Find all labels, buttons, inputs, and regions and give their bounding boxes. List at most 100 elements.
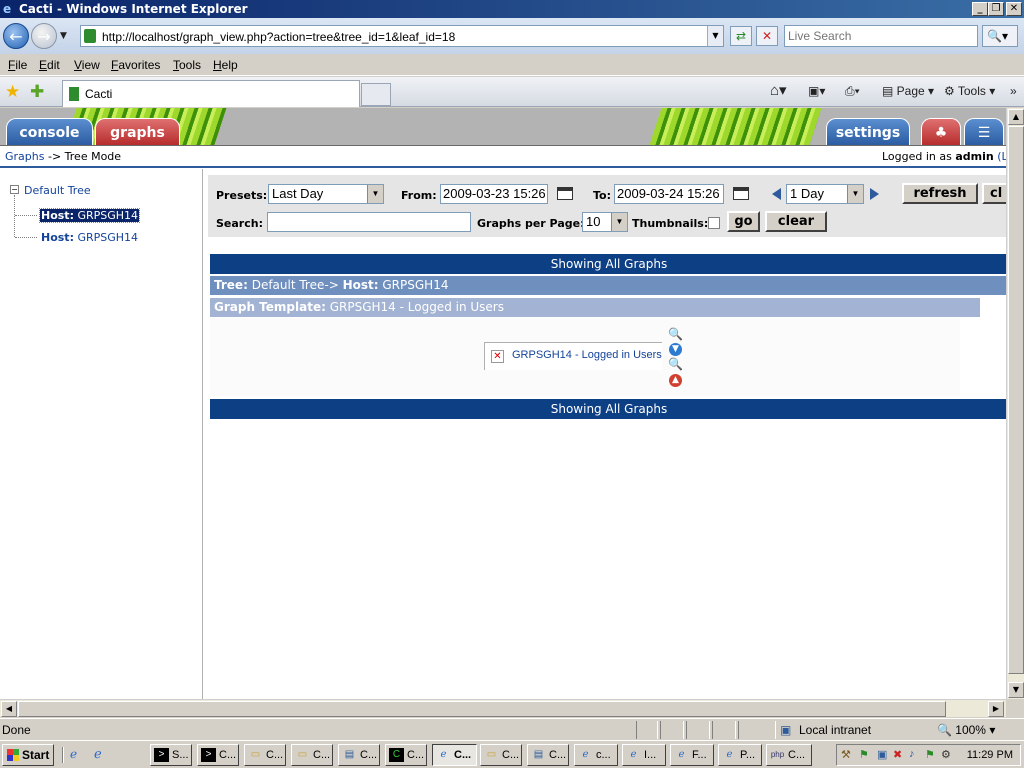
breadcrumb-graphs-link[interactable]: Graphs [5, 150, 44, 163]
tree-node-prefix: Host: [41, 231, 74, 244]
list-view-icon[interactable]: ☰ [964, 118, 1004, 145]
favorites-star-icon[interactable]: ★ [5, 82, 20, 102]
timespan-select[interactable]: 1 Day ▼ [786, 184, 864, 204]
address-dropdown[interactable]: ▼ [707, 26, 723, 46]
taskbar-button[interactable]: ▭ C... [480, 744, 522, 766]
clear-time-button[interactable]: cl [982, 183, 1008, 204]
thumbnails-checkbox[interactable] [708, 217, 720, 229]
minimize-button[interactable]: _ [972, 2, 988, 16]
horizontal-scrollbar[interactable]: ◀ ▶ [0, 699, 1006, 717]
taskbar-button[interactable]: ▭ C... [291, 744, 333, 766]
tab-settings[interactable]: settings [826, 118, 910, 145]
window-title-bar[interactable]: e Cacti - Windows Internet Explorer _ ❐ … [0, 0, 1024, 18]
tree-collapse-icon[interactable]: − [10, 185, 19, 194]
menu-help[interactable]: Help [213, 58, 238, 72]
back-button[interactable]: ← [3, 23, 29, 49]
tab-graphs[interactable]: graphs [95, 118, 180, 145]
forward-button[interactable]: → [31, 23, 57, 49]
live-search-box[interactable] [784, 25, 978, 47]
taskbar-button[interactable]: ▤ C... [338, 744, 380, 766]
tab-cacti[interactable]: Cacti [62, 80, 360, 107]
from-calendar-icon[interactable] [557, 187, 573, 200]
taskbar-button[interactable]: ▭ C... [244, 744, 286, 766]
quicklaunch-browser-icon[interactable]: ℯ [94, 746, 102, 762]
tab-console[interactable]: console [6, 118, 93, 145]
tray-network-icon[interactable]: ⚑ [859, 748, 869, 761]
taskbar-button[interactable]: php C... [766, 744, 812, 766]
menu-favorites[interactable]: Favorites [111, 58, 160, 72]
vertical-scrollbar[interactable]: ▲ ▼ [1006, 108, 1024, 699]
taskbar-button[interactable]: ℯ P... [718, 744, 762, 766]
stop-icon[interactable]: ✕ [756, 26, 778, 46]
taskbar-button[interactable]: ℯ F... [670, 744, 714, 766]
go-button[interactable]: go [727, 211, 760, 232]
menu-tools[interactable]: Tools [173, 58, 201, 72]
security-zone[interactable]: Local intranet [799, 723, 871, 737]
tree-node-host-selected[interactable]: Host: GRPSGH14 [38, 208, 141, 223]
host-label: Host: [342, 278, 379, 292]
scroll-up-icon[interactable]: ▲ [1008, 109, 1024, 125]
to-date-input[interactable]: 2009-03-24 15:26 [614, 184, 724, 204]
tree-connector [15, 215, 37, 216]
print-icon[interactable]: ⎙▾ [845, 84, 860, 99]
presets-select[interactable]: Last Day ▼ [268, 184, 384, 204]
taskbar-button[interactable]: ℯ I... [622, 744, 666, 766]
search-input[interactable] [267, 212, 471, 232]
taskbar-button[interactable]: ▤ C... [527, 744, 569, 766]
export-csv-icon[interactable]: ▼ [669, 343, 682, 356]
clear-button[interactable]: clear [765, 211, 827, 232]
tray-alert-icon[interactable]: ✖ [893, 748, 902, 761]
menu-file[interactable]: File [8, 58, 27, 72]
feeds-icon[interactable]: ▣▾ [808, 84, 825, 98]
from-date-input[interactable]: 2009-03-23 15:26 [440, 184, 548, 204]
to-calendar-icon[interactable] [733, 187, 749, 200]
taskbar-button[interactable]: > C... [197, 744, 239, 766]
quicklaunch-ie-icon[interactable]: ℯ [70, 747, 77, 761]
menu-edit[interactable]: Edit [39, 58, 60, 72]
graph-image[interactable]: ✕ GRPSGH14 - Logged in Users [484, 342, 662, 370]
search-go-button[interactable]: 🔍▾ [982, 25, 1018, 47]
recent-pages-dropdown[interactable]: ▼ [60, 31, 67, 41]
start-button[interactable]: Start [2, 744, 54, 766]
tray-settings-icon[interactable]: ⚙ [941, 748, 951, 761]
new-tab-button[interactable] [361, 83, 391, 106]
tree-view-icon[interactable]: ♣ [921, 118, 961, 145]
home-icon[interactable]: ⌂▾ [770, 81, 787, 99]
tray-monitor-icon[interactable]: ▣ [877, 748, 887, 761]
tray-sync-icon[interactable]: ⚑ [925, 748, 935, 761]
scroll-corner [1006, 699, 1024, 717]
horizontal-scroll-thumb[interactable] [18, 701, 946, 717]
close-window-button[interactable]: ✕ [1006, 2, 1022, 16]
shift-left-icon[interactable] [772, 188, 781, 200]
clock[interactable]: 11:29 PM [967, 749, 1013, 761]
tree-node-host[interactable]: Host: GRPSGH14 [40, 231, 139, 244]
tray-tool-icon[interactable]: ⚒ [841, 748, 851, 761]
address-bar[interactable]: http://localhost/graph_view.php?action=t… [80, 25, 724, 47]
properties-icon[interactable]: 🔍 [668, 358, 683, 371]
refresh-button[interactable]: refresh [902, 183, 978, 204]
page-menu[interactable]: ▤ Page ▾ [882, 84, 934, 98]
tools-menu[interactable]: ⚙ Tools ▾ [944, 84, 995, 98]
taskbar-button[interactable]: C C... [385, 744, 427, 766]
shift-right-icon[interactable] [870, 188, 879, 200]
scroll-down-icon[interactable]: ▼ [1008, 682, 1024, 698]
maximize-button[interactable]: ❐ [988, 2, 1004, 16]
tree-root-default[interactable]: Default Tree [24, 184, 91, 197]
taskbar-button[interactable]: > S... [150, 744, 192, 766]
page-top-icon[interactable]: ▲ [669, 374, 682, 387]
zoom-graph-icon[interactable]: 🔍 [668, 328, 683, 341]
menu-view[interactable]: View [74, 58, 100, 72]
refresh-page-icon[interactable]: ⇄ [730, 26, 752, 46]
status-bar: Done ▣ Local intranet 🔍 100% ▾ [0, 718, 1024, 740]
live-search-input[interactable] [785, 26, 977, 46]
taskbar-button[interactable]: ℯ c... [574, 744, 618, 766]
add-favorite-icon[interactable]: ✚ [30, 82, 44, 102]
scroll-right-icon[interactable]: ▶ [988, 701, 1004, 717]
scroll-left-icon[interactable]: ◀ [1, 701, 17, 717]
zoom-level[interactable]: 🔍 100% ▾ [937, 723, 995, 737]
more-commands-icon[interactable]: » [1010, 84, 1017, 98]
vertical-scroll-thumb[interactable] [1008, 126, 1024, 674]
graphs-per-page-select[interactable]: 10 ▼ [582, 212, 628, 232]
taskbar-button-active[interactable]: ℯ C... [432, 744, 477, 766]
tray-volume-icon[interactable]: ♪ [909, 748, 915, 760]
